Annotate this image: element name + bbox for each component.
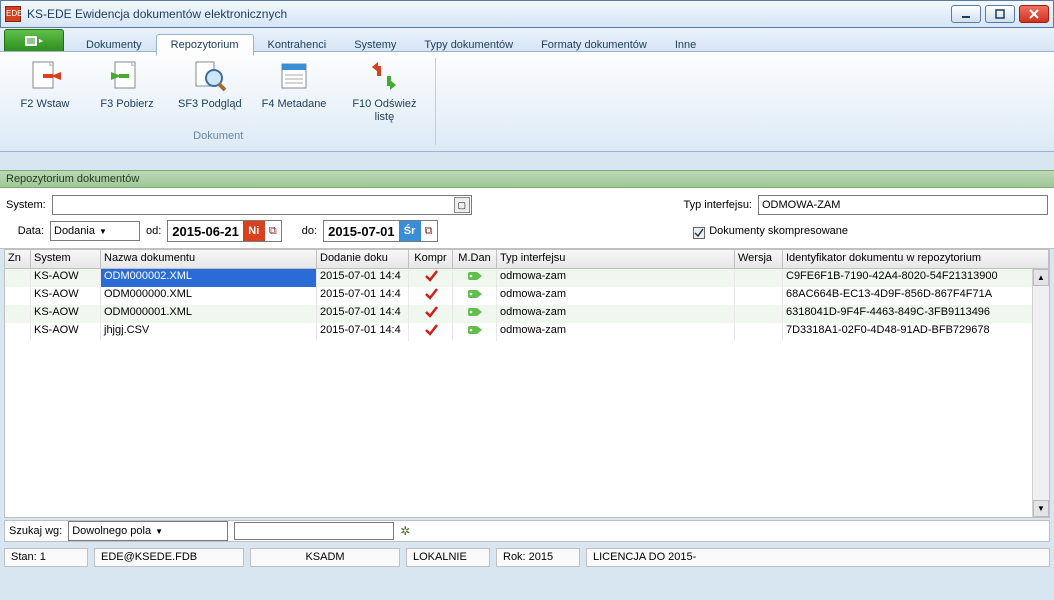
check-icon [409, 305, 453, 323]
col-system[interactable]: System [31, 250, 101, 268]
tab-inne[interactable]: Inne [661, 35, 710, 55]
ribbon-group-dokument: F2 Wstaw F3 Pobierz SF3 Podgląd F4 Metad… [0, 52, 436, 151]
od-label: od: [146, 225, 161, 237]
grid-header[interactable]: Zn System Nazwa dokumentu Dodanie doku K… [5, 250, 1049, 269]
refresh-icon [366, 58, 402, 94]
col-date[interactable]: Dodanie doku [317, 250, 409, 268]
ribbon: F2 Wstaw F3 Pobierz SF3 Podgląd F4 Metad… [0, 52, 1054, 152]
table-row[interactable]: KS-AOWODM000001.XML2015-07-01 14:4odmowa… [5, 305, 1049, 323]
date-from[interactable]: 2015-06-21 Ni ⧉ [167, 220, 282, 242]
system-field[interactable]: ▢ [52, 195, 472, 215]
f3-pobierz-button[interactable]: F3 Pobierz [92, 56, 162, 126]
status-stan: Stan: 1 [4, 548, 88, 567]
typ-label: Typ interfejsu: [684, 199, 752, 211]
checkbox-icon [693, 227, 705, 239]
status-rok: Rok: 2015 [496, 548, 580, 567]
search-mode-select[interactable]: Dowolnego pola▼ [68, 521, 228, 541]
do-label: do: [302, 225, 317, 237]
col-zn[interactable]: Zn [5, 250, 31, 268]
status-bar: Stan: 1 EDE@KSEDE.FDB KSADM LOKALNIE Rok… [4, 548, 1050, 567]
maximize-button[interactable] [985, 5, 1015, 23]
check-icon [409, 323, 453, 341]
f10-odswiez-button[interactable]: F10 Odśwież listę [342, 56, 426, 126]
f2-wstaw-button[interactable]: F2 Wstaw [10, 56, 80, 126]
day-badge-from: Ni [243, 221, 265, 241]
scroll-down-icon[interactable]: ▼ [1033, 500, 1049, 517]
day-badge-to: Śr [399, 221, 421, 241]
documents-grid: Zn System Nazwa dokumentu Dodanie doku K… [4, 249, 1050, 518]
tag-icon [453, 269, 497, 287]
status-user: KSADM [250, 548, 400, 567]
tag-icon [453, 323, 497, 341]
search-row: Szukaj wg: Dowolnego pola▼ ✲ [4, 520, 1050, 542]
ribbon-label: F10 Odśwież listę [346, 98, 422, 124]
col-wersja[interactable]: Wersja [735, 250, 783, 268]
tabs-row: DokumentyRepozytoriumKontrahenciSystemyT… [0, 28, 1054, 52]
col-typ[interactable]: Typ interfejsu [497, 250, 735, 268]
chevron-down-icon: ▼ [155, 527, 163, 536]
ribbon-label: F3 Pobierz [96, 98, 158, 111]
filters: System: ▢ Typ interfejsu: ODMOWA-ZAM Dat… [0, 188, 1054, 249]
app-icon: EDE [5, 6, 21, 22]
col-id[interactable]: Identyfikator dokumentu w repozytorium [783, 250, 1049, 268]
table-row[interactable]: KS-AOWODM000000.XML2015-07-01 14:4odmowa… [5, 287, 1049, 305]
scrollbar[interactable]: ▲ ▼ [1032, 269, 1049, 517]
close-button[interactable] [1019, 5, 1049, 23]
calendar-icon[interactable]: ⧉ [265, 225, 281, 238]
compressed-checkbox[interactable]: Dokumenty skompresowane [693, 225, 848, 237]
col-kompr[interactable]: Kompr [409, 250, 453, 268]
titlebar: EDE KS-EDE Ewidencja dokumentów elektron… [0, 0, 1054, 28]
date-to[interactable]: 2015-07-01 Śr ⧉ [323, 220, 438, 242]
status-db: EDE@KSEDE.FDB [94, 548, 244, 567]
preview-icon [192, 58, 228, 94]
ribbon-label: F4 Metadane [262, 98, 327, 111]
ribbon-label: F2 Wstaw [14, 98, 76, 111]
chevron-down-icon: ▼ [99, 227, 107, 236]
status-loc: LOKALNIE [406, 548, 490, 567]
ribbon-group-label: Dokument [10, 130, 426, 142]
check-icon [409, 287, 453, 305]
metadata-icon [276, 58, 312, 94]
calendar-icon[interactable]: ⧉ [421, 225, 437, 238]
scroll-up-icon[interactable]: ▲ [1033, 269, 1049, 286]
tag-icon [453, 287, 497, 305]
download-document-icon [109, 58, 145, 94]
table-row[interactable]: KS-AOWjhjgj.CSV2015-07-01 14:4odmowa-zam… [5, 323, 1049, 341]
panel-header: Repozytorium dokumentów [0, 170, 1054, 188]
tag-icon [453, 305, 497, 323]
ribbon-label: SF3 Podgląd [178, 98, 242, 111]
search-input[interactable] [234, 522, 394, 540]
grid-body[interactable]: KS-AOWODM000002.XML2015-07-01 14:4odmowa… [5, 269, 1049, 517]
check-icon [409, 269, 453, 287]
status-lic: LICENCJA DO 2015- [586, 548, 1050, 567]
data-kind-select[interactable]: Dodania▼ [50, 221, 140, 241]
file-menu[interactable] [4, 29, 64, 51]
table-row[interactable]: KS-AOWODM000002.XML2015-07-01 14:4odmowa… [5, 269, 1049, 287]
tab-formaty-dokumentów[interactable]: Formaty dokumentów [527, 35, 661, 55]
col-name[interactable]: Nazwa dokumentu [101, 250, 317, 268]
system-label: System: [6, 199, 46, 211]
insert-document-icon [27, 58, 63, 94]
gear-icon[interactable]: ✲ [400, 524, 410, 538]
window-title: KS-EDE Ewidencja dokumentów elektroniczn… [27, 7, 951, 21]
typ-field[interactable]: ODMOWA-ZAM [758, 195, 1048, 215]
minimize-button[interactable] [951, 5, 981, 23]
sf3-podglad-button[interactable]: SF3 Podgląd [174, 56, 246, 126]
system-dropdown-icon[interactable]: ▢ [454, 197, 470, 213]
search-label: Szukaj wg: [9, 525, 62, 537]
col-mdan[interactable]: M.Dan [453, 250, 497, 268]
data-label: Data: [6, 225, 44, 237]
f4-metadane-button[interactable]: F4 Metadane [258, 56, 331, 126]
